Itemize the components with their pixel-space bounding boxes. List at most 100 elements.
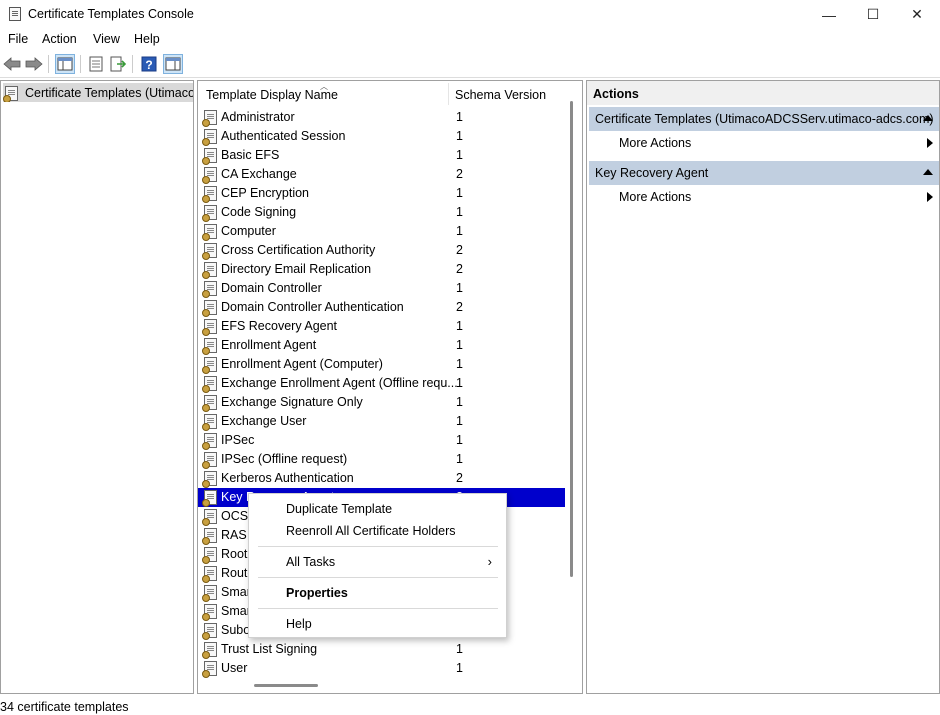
table-row[interactable]: CEP Encryption 1 — [198, 184, 565, 203]
ctx-all-tasks-label: All Tasks — [286, 555, 336, 569]
collapse-icon[interactable] — [923, 169, 933, 175]
back-icon[interactable] — [2, 54, 22, 74]
template-name: Enrollment Agent (Computer) — [221, 357, 383, 371]
certificate-template-icon — [202, 661, 217, 678]
schema-version: 1 — [456, 224, 463, 238]
table-row[interactable]: Enrollment Agent (Computer) 1 — [198, 355, 565, 374]
certificate-app-icon — [9, 7, 21, 21]
title-bar: Certificate Templates Console — ☐ ✕ — [0, 0, 940, 29]
horizontal-scrollbar[interactable] — [254, 684, 318, 687]
template-name: Basic EFS — [221, 148, 280, 162]
schema-version: 2 — [456, 243, 463, 257]
template-name: Computer — [221, 224, 276, 238]
list-column-header: ︿ Template Display Name Schema Version — [198, 81, 582, 107]
menu-view[interactable]: View — [93, 32, 120, 46]
table-row[interactable]: Directory Email Replication 2 — [198, 260, 565, 279]
table-row[interactable]: Basic EFS 1 — [198, 146, 565, 165]
certificate-template-icon — [202, 338, 217, 355]
table-row[interactable]: User 1 — [198, 659, 565, 678]
table-row[interactable]: Exchange User 1 — [198, 412, 565, 431]
template-name: Cross Certification Authority — [221, 243, 376, 257]
certificate-template-icon — [202, 243, 217, 260]
vertical-scrollbar[interactable] — [570, 101, 573, 577]
tree-item-certificate-templates[interactable]: Certificate Templates (UtimacoADCSServ.u… — [3, 83, 193, 102]
minimize-button[interactable]: — — [806, 0, 852, 29]
table-row[interactable]: IPSec (Offline request) 1 — [198, 450, 565, 469]
show-hide-console-tree-icon[interactable] — [55, 54, 75, 74]
toolbar: ? — [0, 51, 940, 78]
table-row[interactable]: Exchange Enrollment Agent (Offline requ.… — [198, 374, 565, 393]
ctx-all-tasks[interactable]: All Tasks › — [249, 551, 506, 573]
certificate-template-icon — [202, 110, 217, 127]
collapse-icon[interactable] — [923, 115, 933, 121]
maximize-button[interactable]: ☐ — [850, 0, 896, 29]
certificate-template-icon — [202, 186, 217, 203]
ctx-reenroll-all[interactable]: Reenroll All Certificate Holders — [249, 520, 506, 542]
certificate-template-icon — [202, 547, 217, 564]
table-row[interactable]: Cross Certification Authority 2 — [198, 241, 565, 260]
schema-version: 1 — [456, 148, 463, 162]
close-button[interactable]: ✕ — [894, 0, 940, 29]
table-row[interactable]: Administrator 1 — [198, 108, 565, 127]
certificate-template-icon — [202, 167, 217, 184]
table-row[interactable]: Kerberos Authentication 2 — [198, 469, 565, 488]
schema-version: 1 — [456, 110, 463, 124]
schema-version: 1 — [456, 452, 463, 466]
certificate-template-icon — [202, 452, 217, 469]
table-row[interactable]: IPSec 1 — [198, 431, 565, 450]
template-name: Kerberos Authentication — [221, 471, 354, 485]
more-actions-item[interactable]: More Actions — [589, 132, 939, 154]
actions-section-key-recovery-agent[interactable]: Key Recovery Agent — [589, 161, 939, 185]
certificate-template-icon — [202, 566, 217, 583]
template-name: IPSec (Offline request) — [221, 452, 348, 466]
template-name: Exchange Enrollment Agent (Offline requ.… — [221, 376, 458, 390]
console-tree-pane: Certificate Templates (UtimacoADCSServ.u… — [0, 80, 194, 694]
certificate-template-icon — [202, 623, 217, 640]
table-row[interactable]: CA Exchange 2 — [198, 165, 565, 184]
more-actions-label: More Actions — [619, 136, 692, 150]
template-name: Smar — [221, 604, 251, 618]
table-row[interactable]: Code Signing 1 — [198, 203, 565, 222]
menu-action[interactable]: Action — [42, 32, 77, 46]
schema-version: 1 — [456, 281, 463, 295]
menu-file[interactable]: File — [8, 32, 28, 46]
show-hide-action-pane-icon[interactable] — [163, 54, 183, 74]
table-row[interactable]: Enrollment Agent 1 — [198, 336, 565, 355]
properties-icon[interactable] — [86, 54, 106, 74]
certificate-icon — [3, 86, 18, 102]
template-name: Administrator — [221, 110, 295, 124]
column-schema-version[interactable]: Schema Version — [455, 88, 546, 102]
actions-title: Actions — [587, 81, 939, 105]
ctx-properties-label: Properties — [286, 586, 348, 600]
actions-section-certificate-templates[interactable]: Certificate Templates (UtimacoADCSServ.u… — [589, 107, 939, 131]
certificate-template-icon — [202, 433, 217, 450]
table-row[interactable]: Exchange Signature Only 1 — [198, 393, 565, 412]
ctx-duplicate-template[interactable]: Duplicate Template — [249, 498, 506, 520]
menu-help[interactable]: Help — [134, 32, 160, 46]
table-row[interactable]: Authenticated Session 1 — [198, 127, 565, 146]
svg-text:?: ? — [145, 58, 152, 72]
template-name: EFS Recovery Agent — [221, 319, 338, 333]
ctx-properties[interactable]: Properties — [249, 582, 506, 604]
forward-icon[interactable] — [24, 54, 44, 74]
table-row[interactable]: EFS Recovery Agent 1 — [198, 317, 565, 336]
template-name: Exchange Signature Only — [221, 395, 363, 409]
tree-item-label: Certificate Templates (UtimacoADCSServ.u… — [25, 86, 193, 100]
certificate-template-icon — [202, 319, 217, 336]
export-list-icon[interactable] — [108, 54, 128, 74]
certificate-template-icon — [202, 471, 217, 488]
table-row[interactable]: Computer 1 — [198, 222, 565, 241]
more-actions-item[interactable]: More Actions — [589, 186, 939, 208]
certificate-template-icon — [202, 357, 217, 374]
table-row[interactable]: Domain Controller 1 — [198, 279, 565, 298]
template-name: Subo — [221, 623, 251, 637]
column-template-display-name[interactable]: Template Display Name — [206, 88, 338, 102]
menu-bar: File Action View Help — [0, 29, 940, 51]
actions-section-label: Certificate Templates (UtimacoADCSServ.u… — [595, 112, 934, 126]
table-row[interactable]: Domain Controller Authentication 2 — [198, 298, 565, 317]
table-row[interactable]: Trust List Signing 1 — [198, 640, 565, 659]
certificate-template-icon — [202, 585, 217, 602]
ctx-help[interactable]: Help — [249, 613, 506, 635]
template-name: Authenticated Session — [221, 129, 346, 143]
help-icon[interactable]: ? — [139, 54, 159, 74]
